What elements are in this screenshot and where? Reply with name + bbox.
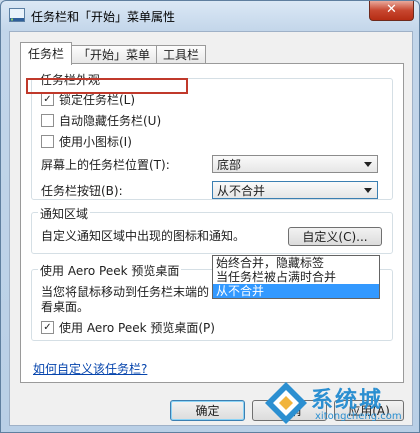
autohide-label: 自动隐藏任务栏(U)	[59, 114, 162, 128]
notification-description: 自定义通知区域中出现的图标和通知。	[41, 229, 246, 243]
dropdown-option-always-combine[interactable]: 始终合并，隐藏标签	[213, 256, 379, 270]
taskbar-icon	[9, 8, 25, 22]
customize-button[interactable]: 自定义(C)...	[288, 227, 382, 246]
position-select[interactable]: 底部	[212, 155, 378, 173]
lock-taskbar-checkbox[interactable]: ✓	[41, 93, 54, 106]
ok-button[interactable]: 确定	[170, 400, 245, 421]
buttons-dropdown-list: 始终合并，隐藏标签 当任务栏被占满时合并 从不合并	[212, 255, 380, 299]
dropdown-option-combine-when-full[interactable]: 当任务栏被占满时合并	[213, 270, 379, 284]
aero-peek-checkbox[interactable]: ✓	[41, 321, 54, 334]
aero-peek-row[interactable]: ✓ 使用 Aero Peek 预览桌面(P)	[41, 319, 215, 336]
tab-start-menu[interactable]: 「开始」菜单	[71, 45, 158, 65]
small-icons-label: 使用小图标(I)	[59, 135, 132, 149]
watermark: 系统城 xitongcheng.com	[263, 380, 413, 428]
annotation-highlight-box	[26, 78, 188, 94]
position-value: 底部	[217, 158, 242, 172]
window-title: 任务栏和「开始」菜单属性	[31, 10, 176, 24]
dropdown-option-never-combine[interactable]: 从不合并	[213, 284, 379, 298]
dialog-client: 任务栏 「开始」菜单 工具栏 任务栏外观 ✓ 锁定任务栏(L) 自动隐藏任务栏(…	[9, 31, 413, 426]
autohide-checkbox[interactable]	[41, 114, 54, 127]
aero-peek-legend: 使用 Aero Peek 预览桌面	[38, 262, 182, 279]
chevron-down-icon	[364, 162, 372, 167]
tab-toolbars[interactable]: 工具栏	[156, 45, 207, 65]
aero-peek-label: 使用 Aero Peek 预览桌面(P)	[59, 321, 215, 335]
position-label: 屏幕上的任务栏位置(T):	[41, 158, 170, 172]
logo-icon	[265, 382, 307, 424]
autohide-row[interactable]: 自动隐藏任务栏(U)	[41, 112, 161, 129]
taskbar-tab-panel: 任务栏外观 ✓ 锁定任务栏(L) 自动隐藏任务栏(U) 使用小图标(I) 屏幕上…	[20, 63, 404, 383]
buttons-select[interactable]: 从不合并	[212, 181, 378, 199]
chevron-down-icon	[364, 188, 372, 193]
buttons-label: 任务栏按钮(B):	[41, 184, 123, 198]
watermark-text: 系统城	[311, 388, 384, 413]
tab-strip: 任务栏 「开始」菜单 工具栏	[20, 42, 207, 65]
close-button[interactable]: ✕	[369, 1, 414, 21]
help-link[interactable]: 如何自定义该任务栏?	[33, 360, 147, 377]
notification-legend: 通知区域	[38, 205, 91, 222]
tab-taskbar[interactable]: 任务栏	[20, 42, 73, 65]
watermark-url: xitongcheng.com	[315, 411, 402, 422]
small-icons-checkbox[interactable]	[41, 135, 54, 148]
buttons-value: 从不合并	[217, 184, 266, 198]
properties-window: 任务栏和「开始」菜单属性 ✕ 任务栏 「开始」菜单 工具栏 任务栏外观 ✓ 锁定…	[0, 0, 420, 433]
small-icons-row[interactable]: 使用小图标(I)	[41, 133, 132, 150]
